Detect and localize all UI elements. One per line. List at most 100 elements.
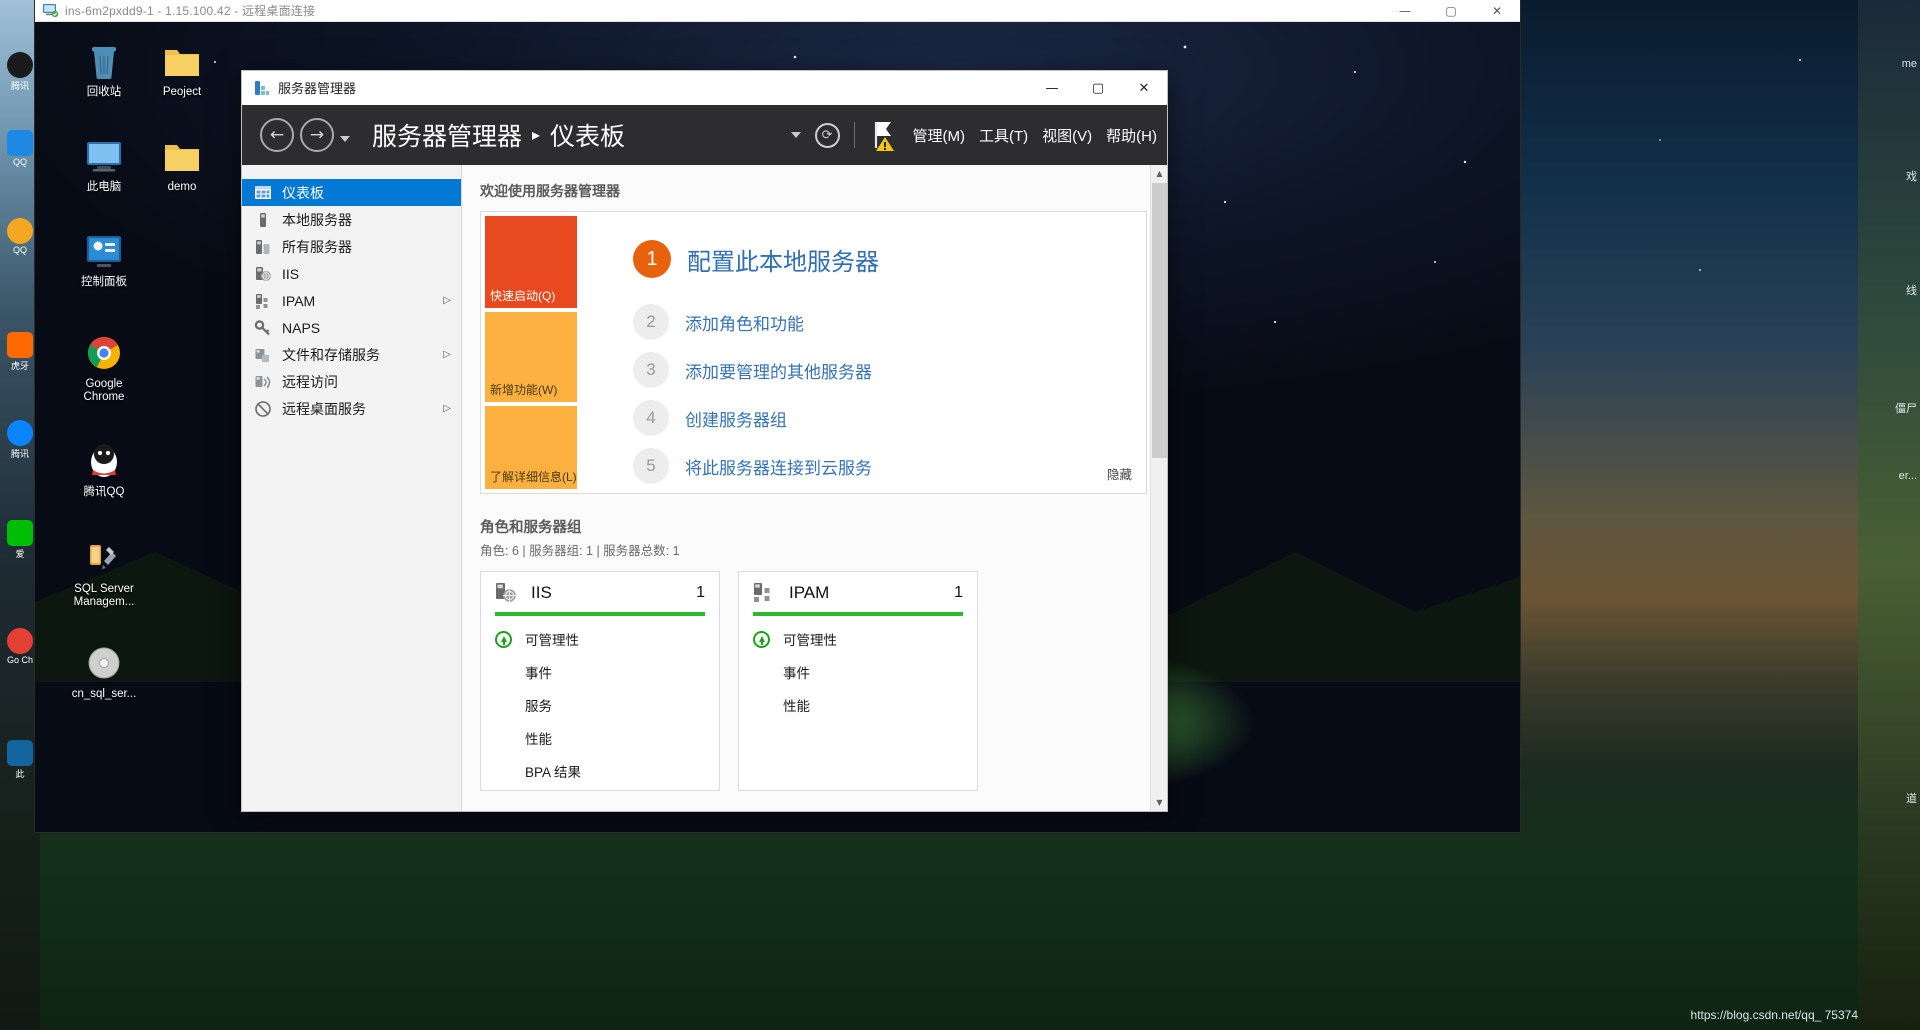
step-label[interactable]: 添加要管理的其他服务器 [685,358,872,383]
hide-welcome-link[interactable]: 隐藏 [1107,464,1132,483]
host-icon[interactable]: Go Ch [2,628,38,665]
sidebar-item-local-server[interactable]: 本地服务器 [242,206,461,233]
desktop-icon-qq[interactable]: 腾讯QQ [65,440,143,499]
menu-tools[interactable]: 工具(T) [979,125,1028,146]
rdp-maximize-button[interactable]: ▢ [1428,0,1474,22]
step-number: 1 [633,240,671,278]
host-icon[interactable]: 虎牙 [2,332,38,372]
role-tile-count: 1 [954,584,963,601]
whats-new-tile[interactable]: 新增功能(W) [485,311,577,402]
breadcrumb-separator: ▸ [532,127,541,144]
quick-start-tile[interactable]: 快速启动(Q) [485,216,577,308]
chevron-right-icon[interactable]: ▷ [443,295,451,306]
rdp-close-button[interactable]: ✕ [1474,0,1520,22]
step-add-roles-and-features[interactable]: 2 添加角色和功能 [633,304,1146,340]
breadcrumb-root[interactable]: 服务器管理器 [372,117,522,153]
step-label[interactable]: 创建服务器组 [685,406,787,431]
scroll-down-button[interactable]: ▼ [1151,794,1167,811]
host-icon[interactable]: QQ [2,218,38,255]
step-label[interactable]: 将此服务器连接到云服务 [685,454,872,479]
scroll-up-button[interactable]: ▲ [1151,165,1167,182]
status-ok-icon [753,630,770,648]
step-label[interactable]: 添加角色和功能 [685,310,804,335]
remote-desktop-icon [43,4,59,18]
desktop-icon-label: demo [167,181,197,193]
chrome-icon [83,332,125,374]
host-right-label: 道 [1906,793,1917,805]
role-tile-iis[interactable]: IIS 1 可管理性 事件 服务 性能 BPA 结果 [480,571,720,791]
sidebar-item-file-and-storage-services[interactable]: 文件和存储服务 ▷ [242,341,461,368]
menu-manage[interactable]: 管理(M) [913,125,966,146]
role-row-services[interactable]: 服务 [495,695,705,715]
step-create-server-group[interactable]: 4 创建服务器组 [633,400,1146,436]
sidebar-item-all-servers[interactable]: 所有服务器 [242,233,461,260]
step-configure-local-server[interactable]: 1 配置此本地服务器 [633,240,1146,278]
toolbar-divider [853,122,855,148]
role-row-bpa-results[interactable]: BPA 结果 [495,761,705,781]
sidebar-item-label: 远程桌面服务 [282,400,366,417]
role-row-manageability[interactable]: 可管理性 [495,629,705,649]
arrow-right-icon[interactable]: → [300,118,334,152]
host-icon[interactable]: 此 [2,740,38,780]
step-connect-to-cloud-services[interactable]: 5 将此服务器连接到云服务 [633,448,1146,484]
sm-maximize-button[interactable]: ▢ [1075,71,1121,105]
arrow-left-icon[interactable]: ← [260,118,294,152]
sidebar-item-naps[interactable]: NAPS [242,314,461,341]
desktop-icon-cn-sql-server[interactable]: cn_sql_ser... [65,642,143,701]
menu-help[interactable]: 帮助(H) [1106,125,1157,146]
step-label[interactable]: 配置此本地服务器 [687,242,879,277]
host-icon[interactable]: QQ [2,130,38,167]
sidebar-item-remote-access[interactable]: 远程访问 [242,368,461,395]
server-manager-titlebar[interactable]: 服务器管理器 — ▢ ✕ [242,71,1167,105]
chevron-right-icon[interactable]: ▷ [443,403,451,414]
refresh-icon[interactable]: ⟳ [814,122,840,148]
sidebar-item-remote-desktop-services[interactable]: 远程桌面服务 ▷ [242,395,461,422]
content-scrollbar[interactable]: ▲ ▼ [1150,165,1167,811]
role-row-label: 性能 [783,699,810,714]
role-row-performance[interactable]: 性能 [753,695,963,715]
role-tile-ipam[interactable]: IPAM 1 可管理性 事件 性能 [738,571,978,791]
menu-view[interactable]: 视图(V) [1042,125,1092,146]
desktop-icon-demo[interactable]: demo [143,135,221,194]
learn-more-tile[interactable]: 了解详细信息(L) [485,405,577,490]
step-add-other-servers[interactable]: 3 添加要管理的其他服务器 [633,352,1146,388]
chevron-down-icon[interactable] [340,136,350,142]
sm-close-button[interactable]: ✕ [1121,71,1167,105]
welcome-heading: 欢迎使用服务器管理器 [480,183,620,199]
desktop-icon-chrome[interactable]: Google Chrome [65,332,143,404]
host-icon-label: QQ [12,245,27,255]
desktop-icon-peoject[interactable]: Peoject [143,40,221,99]
role-row-performance[interactable]: 性能 [495,728,705,748]
chevron-right-icon[interactable]: ▷ [443,349,451,360]
host-icon[interactable]: 腾讯 [2,52,38,92]
role-row-manageability[interactable]: 可管理性 [753,629,963,649]
host-icon[interactable]: 腾讯 [2,420,38,460]
host-icon[interactable]: 爱 [2,520,38,560]
role-row-events[interactable]: 事件 [753,662,963,682]
host-icon-label: QQ [12,157,27,167]
sidebar-item-dashboard[interactable]: 仪表板 [242,179,461,206]
role-row-events[interactable]: 事件 [495,662,705,682]
role-tile-name: IPAM [789,583,830,602]
sm-minimize-button[interactable]: — [1029,71,1075,105]
naps-key-icon [254,319,272,337]
server-manager-body: 仪表板 本地服务器 所有服务器 IIS IPAM ▷ NAPS 文件和存储服务 … [242,165,1167,811]
host-right-label: er... [1898,470,1917,482]
host-right-label: 僵尸 [1895,403,1917,415]
flag-warning-icon[interactable] [869,119,899,151]
rdp-minimize-button[interactable]: — [1382,0,1428,22]
desktop-icon-label: SQL Server Managem... [73,583,135,608]
scrollbar-thumb[interactable] [1152,183,1167,458]
desktop-icon-control-panel[interactable]: 控制面板 [65,230,143,289]
desktop-icon-recycle-bin[interactable]: 回收站 [65,40,143,99]
desktop-icon-this-pc[interactable]: 此电脑 [65,135,143,194]
sidebar-item-iis[interactable]: IIS [242,260,461,287]
toolbar-chevron-down-icon[interactable] [790,132,801,138]
rdp-titlebar[interactable]: ins-6m2pxdd9-1 - 1.15.100.42 - 远程桌面连接 — … [35,0,1520,22]
sidebar-item-ipam[interactable]: IPAM ▷ [242,287,461,314]
all-servers-icon [254,238,272,256]
sidebar-item-label: 仪表板 [282,184,324,201]
dashboard-content: 欢迎使用服务器管理器 快速启动(Q) 新增功能(W) 了解详细信息(L) 1 配… [462,165,1167,811]
host-right-label: me [1901,58,1917,70]
desktop-icon-ssms[interactable]: SQL Server Managem... [65,537,143,609]
